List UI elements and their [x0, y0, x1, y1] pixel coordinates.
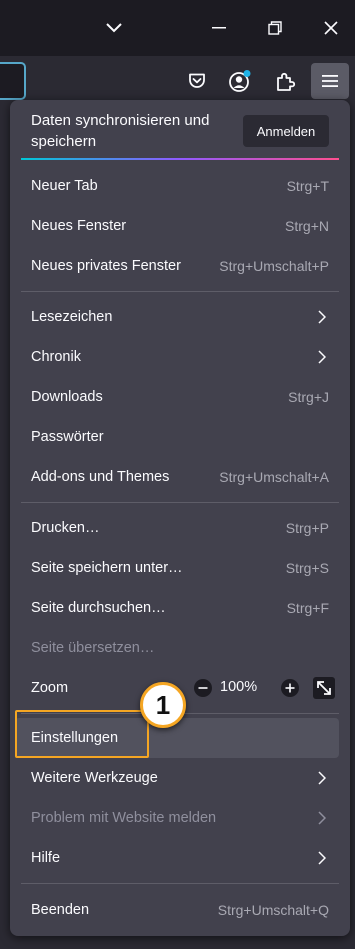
minimize-icon[interactable]	[199, 8, 239, 48]
minus-icon	[194, 679, 212, 697]
menu-item-report-site-issue: Problem mit Website melden	[15, 798, 339, 838]
plus-icon	[281, 679, 299, 697]
close-window-icon[interactable]	[311, 8, 351, 48]
menu-item-print[interactable]: Drucken… Strg+P	[15, 508, 339, 548]
menu-item-new-window[interactable]: Neues Fenster Strg+N	[15, 206, 339, 246]
restore-icon[interactable]	[255, 8, 295, 48]
menu-item-find-in-page[interactable]: Seite durchsuchen… Strg+F	[15, 588, 339, 628]
menu-item-more-tools[interactable]: Weitere Werkzeuge	[15, 758, 339, 798]
app-menu-button[interactable]	[311, 63, 349, 99]
menu-item-downloads[interactable]: Downloads Strg+J	[15, 377, 339, 417]
zoom-level[interactable]: 100%	[220, 679, 257, 695]
menu-item-save-page-as[interactable]: Seite speichern unter… Strg+S	[15, 548, 339, 588]
tab-list-chevron-icon[interactable]	[94, 8, 134, 48]
hamburger-icon	[322, 75, 338, 87]
menu-item-bookmarks[interactable]: Lesezeichen	[15, 297, 339, 337]
chevron-right-icon	[315, 850, 329, 866]
menu-separator	[21, 291, 339, 292]
menu-item-addons-themes[interactable]: Add-ons und Themes Strg+Umschalt+A	[15, 457, 339, 497]
fullscreen-button[interactable]	[313, 677, 335, 699]
url-bar[interactable]	[0, 62, 26, 100]
step-number-badge: 1	[140, 682, 186, 728]
zoom-out-button[interactable]	[193, 678, 213, 698]
login-button[interactable]: Anmelden	[243, 115, 329, 147]
extensions-icon[interactable]	[269, 65, 301, 97]
menu-separator	[21, 883, 339, 884]
menu-item-passwords[interactable]: Passwörter	[15, 417, 339, 457]
zoom-in-button[interactable]	[280, 678, 300, 698]
menu-separator	[21, 502, 339, 503]
account-icon[interactable]	[224, 65, 256, 97]
pocket-icon[interactable]	[181, 65, 213, 97]
menu-item-help[interactable]: Hilfe	[15, 838, 339, 878]
chevron-right-icon	[315, 309, 329, 325]
settings-highlight-frame	[15, 710, 149, 758]
navigation-toolbar	[0, 56, 355, 106]
menu-item-quit[interactable]: Beenden Strg+Umschalt+Q	[15, 890, 339, 930]
menu-item-translate-page: Seite übersetzen…	[31, 640, 155, 656]
chevron-right-icon	[315, 770, 329, 786]
title-bar	[0, 0, 355, 56]
sync-divider	[21, 158, 339, 160]
app-menu-panel: Daten synchronisieren und speichern Anme…	[10, 100, 350, 936]
menu-item-new-private-window[interactable]: Neues privates Fenster Strg+Umschalt+P	[15, 246, 339, 286]
fullscreen-icon	[313, 677, 335, 699]
menu-item-history[interactable]: Chronik	[15, 337, 339, 377]
chevron-right-icon	[315, 810, 329, 826]
sync-title: Daten synchronisieren und speichern	[31, 112, 210, 150]
menu-item-new-tab[interactable]: Neuer Tab Strg+T	[15, 166, 339, 206]
chevron-right-icon	[315, 349, 329, 365]
